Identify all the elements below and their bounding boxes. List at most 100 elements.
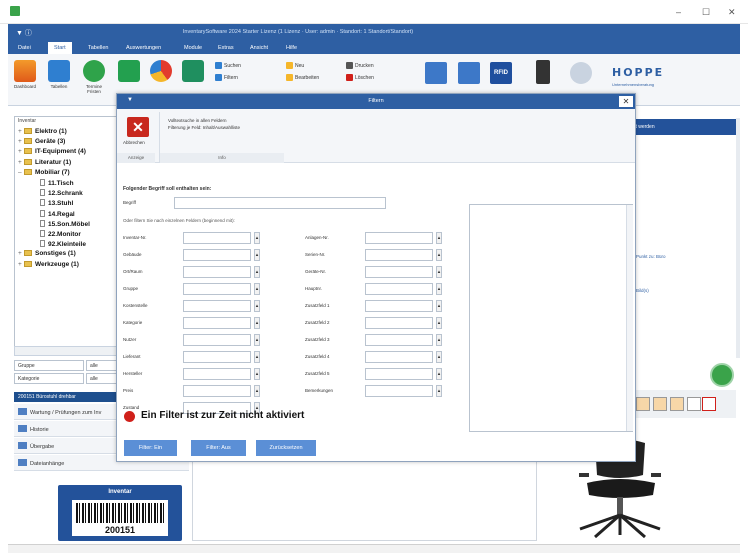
tabellen-button[interactable]: Tabellen xyxy=(46,60,72,89)
field-input[interactable] xyxy=(183,368,251,380)
field-dropdown-button[interactable]: ▴ xyxy=(254,385,260,397)
image-tool-icon[interactable] xyxy=(653,397,667,411)
menu-datei[interactable]: Datei xyxy=(12,42,37,54)
tree-node[interactable]: – Mobiliar (7) xyxy=(18,168,70,176)
field-input[interactable] xyxy=(365,232,433,244)
form-icon[interactable] xyxy=(425,62,447,84)
field-input[interactable] xyxy=(365,266,433,278)
field-input[interactable] xyxy=(183,385,251,397)
field-input[interactable] xyxy=(183,249,251,261)
field-input[interactable] xyxy=(365,351,433,363)
field-dropdown-button[interactable]: ▴ xyxy=(254,266,260,278)
list-icon[interactable] xyxy=(458,62,480,84)
tree-node[interactable]: + Elektro (1) xyxy=(18,128,67,135)
field-input[interactable] xyxy=(365,385,433,397)
tree-node[interactable]: 15.Son.Möbel xyxy=(34,219,90,228)
field-dropdown-button[interactable]: ▴ xyxy=(254,283,260,295)
suchen-button[interactable]: Suchen xyxy=(215,62,241,69)
phone-icon[interactable] xyxy=(570,62,592,84)
field-dropdown-button[interactable]: ▴ xyxy=(254,300,260,312)
close-button[interactable]: ✕ xyxy=(728,7,736,18)
tree-node[interactable]: + Literatur (1) xyxy=(18,158,71,166)
field-dropdown-button[interactable]: ▴ xyxy=(436,317,442,329)
tree-node[interactable]: 92.Kleinteile xyxy=(34,240,86,248)
pdf-icon[interactable] xyxy=(702,397,716,411)
field-dropdown-button[interactable]: ▴ xyxy=(436,266,442,278)
tree-node[interactable]: + Sonstiges (1) xyxy=(18,250,76,257)
tree-node[interactable]: + Geräte (3) xyxy=(18,138,65,145)
termine-button[interactable]: Termine Fristen xyxy=(80,60,108,94)
reset-button[interactable]: Zurücksetzen xyxy=(256,440,316,456)
field-dropdown-button[interactable]: ▴ xyxy=(254,317,260,329)
dashboard-button[interactable]: Dashboard xyxy=(12,60,38,89)
field-value-list[interactable] xyxy=(469,204,633,432)
loeschen-button[interactable]: Löschen xyxy=(346,74,374,81)
abbrechen-icon[interactable]: ✕ xyxy=(127,117,149,137)
minimize-button[interactable]: – xyxy=(676,7,681,17)
field-dropdown-button[interactable]: ▴ xyxy=(436,283,442,295)
begriff-input[interactable] xyxy=(174,197,386,209)
menu-module[interactable]: Module xyxy=(178,42,208,54)
dialog-menu-icon[interactable]: ▼ xyxy=(127,97,133,103)
field-input[interactable] xyxy=(365,368,433,380)
rfid-button[interactable]: RFID xyxy=(490,62,512,84)
add-image-button[interactable] xyxy=(710,363,734,387)
field-dropdown-button[interactable]: ▴ xyxy=(436,232,442,244)
field-dropdown-button[interactable]: ▴ xyxy=(436,385,442,397)
bearbeiten-button[interactable]: Bearbeiten xyxy=(286,74,319,81)
field-dropdown-button[interactable]: ▴ xyxy=(436,249,442,261)
neu-button[interactable]: Neu xyxy=(286,62,304,69)
field-input[interactable] xyxy=(365,300,433,312)
image-tool-icon[interactable] xyxy=(636,397,650,411)
field-dropdown-button[interactable]: ▴ xyxy=(254,232,260,244)
field-input[interactable] xyxy=(183,317,251,329)
field-input[interactable] xyxy=(183,334,251,346)
field-dropdown-button[interactable]: ▴ xyxy=(254,334,260,346)
menu-hilfe[interactable]: Hilfe xyxy=(280,42,303,54)
field-dropdown-button[interactable]: ▴ xyxy=(436,351,442,363)
dropdown-arrow-icon[interactable]: ▼ ⓘ xyxy=(16,28,32,38)
tree-node[interactable]: 14.Regal xyxy=(34,209,75,218)
field-input[interactable] xyxy=(365,249,433,261)
field-input[interactable] xyxy=(183,300,251,312)
tree-node[interactable]: 13.Stuhl xyxy=(34,199,73,207)
maximize-button[interactable]: ☐ xyxy=(702,7,710,18)
mobile-icon[interactable] xyxy=(536,60,550,84)
dialog-close-button[interactable]: ✕ xyxy=(619,96,633,107)
menu-ansicht[interactable]: Ansicht xyxy=(244,42,274,54)
drucken-button[interactable]: Drucken xyxy=(346,62,374,69)
filter-on-button[interactable]: Filter: Ein xyxy=(124,440,177,456)
field-input[interactable] xyxy=(183,283,251,295)
tree-node[interactable]: 12.Schrank xyxy=(34,189,83,197)
field-dropdown-button[interactable]: ▴ xyxy=(254,351,260,363)
menu-extras[interactable]: Extras xyxy=(212,42,240,54)
menu-tabellen[interactable]: Tabellen xyxy=(82,42,115,54)
pen-icon[interactable] xyxy=(687,397,701,411)
filtern-button[interactable]: Filtern xyxy=(215,74,238,81)
tree-node[interactable]: + IT-Equipment (4) xyxy=(18,148,86,155)
list-scrollbar[interactable] xyxy=(626,205,633,431)
export-button[interactable] xyxy=(180,60,206,84)
menu-start[interactable]: Start xyxy=(48,42,72,54)
tree-node[interactable]: + Werkzeuge (1) xyxy=(18,260,79,268)
document-icon xyxy=(40,209,45,217)
right-scrollbar[interactable] xyxy=(736,118,740,358)
field-input[interactable] xyxy=(365,317,433,329)
image-tool-icon[interactable] xyxy=(670,397,684,411)
field-dropdown-button[interactable]: ▴ xyxy=(436,368,442,380)
field-input[interactable] xyxy=(183,351,251,363)
field-input[interactable] xyxy=(365,334,433,346)
field-dropdown-button[interactable]: ▴ xyxy=(436,300,442,312)
field-input[interactable] xyxy=(365,283,433,295)
filter-off-button[interactable]: Filter: Aus xyxy=(191,440,246,456)
field-input[interactable] xyxy=(183,232,251,244)
report-button[interactable] xyxy=(116,60,142,84)
tree-node[interactable]: 11.Tisch xyxy=(34,179,74,187)
field-dropdown-button[interactable]: ▴ xyxy=(254,249,260,261)
field-dropdown-button[interactable]: ▴ xyxy=(254,368,260,380)
menu-auswertungen[interactable]: Auswertungen xyxy=(120,42,167,54)
field-input[interactable] xyxy=(183,266,251,278)
tree-node[interactable]: 22.Monitor xyxy=(34,230,81,238)
pie-button[interactable] xyxy=(148,60,174,84)
field-dropdown-button[interactable]: ▴ xyxy=(436,334,442,346)
